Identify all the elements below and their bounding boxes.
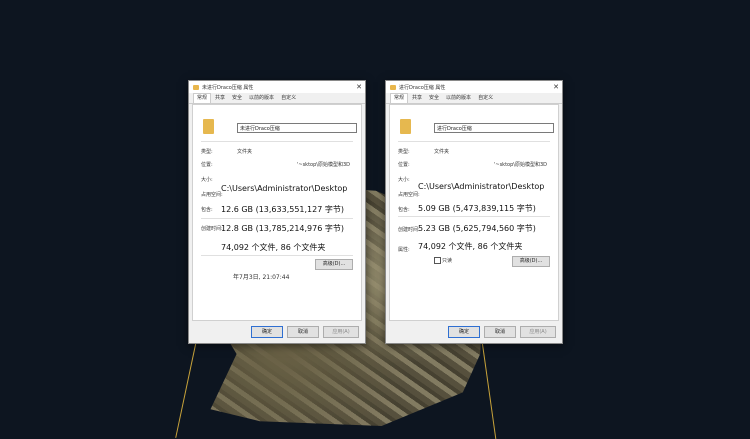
path-text: C:\Users\Administrator\Desktop (418, 182, 545, 191)
tab-security[interactable]: 安全 (426, 94, 442, 103)
contains-value: 74,092 个文件, 86 个文件夹 (221, 243, 326, 252)
created-label: 创建时间: (201, 226, 223, 232)
folder-icon (390, 84, 396, 90)
dialog-footer: 确定 取消 应用(A) (448, 326, 556, 338)
bounding-line (175, 339, 197, 438)
tab-security[interactable]: 安全 (229, 94, 245, 103)
attributes-label: 属性: (398, 247, 410, 253)
location-label: 位置: (201, 162, 213, 168)
tab-sharing[interactable]: 共享 (212, 94, 228, 103)
tab-bar: 常规 共享 安全 以前的版本 自定义 (189, 93, 365, 104)
dialog-footer: 确定 取消 应用(A) (251, 326, 359, 338)
tab-previous-versions[interactable]: 以前的版本 (246, 94, 277, 103)
title-bar[interactable]: 未进行Draco压缩 属性 ✕ (189, 81, 365, 93)
properties-dialog-uncompressed[interactable]: 未进行Draco压缩 属性 ✕ 常规 共享 安全 以前的版本 自定义 未进行Dr… (188, 80, 366, 344)
folder-icon (400, 119, 411, 134)
contains-value: 74,092 个文件, 86 个文件夹 (418, 242, 523, 251)
title-bar[interactable]: 进行Draco压缩 属性 ✕ (386, 81, 562, 93)
readonly-label: 只读 (442, 258, 453, 264)
bounding-line (480, 329, 497, 439)
created-value: 年7月3日, 21:07:44 (233, 274, 290, 281)
cancel-button[interactable]: 取消 (287, 326, 319, 338)
type-label: 类型: (201, 149, 213, 155)
window-title: 进行Draco压缩 属性 (399, 84, 446, 91)
general-panel: 进行Draco压缩 类型: 文件夹 位置: '~sktop\原始模型和3D 大小… (389, 104, 559, 321)
divider (201, 141, 353, 142)
type-value: 文件夹 (237, 149, 253, 155)
size-value: 5.09 GB (5,473,839,115 字节) (418, 204, 536, 213)
folder-icon (203, 119, 214, 134)
size-on-disk-value: 5.23 GB (5,625,794,560 字节) (418, 224, 536, 233)
divider (398, 216, 550, 217)
type-value: 文件夹 (434, 149, 450, 155)
apply-button[interactable]: 应用(A) (323, 326, 359, 338)
readonly-checkbox[interactable] (434, 257, 441, 264)
size-on-disk-label: 占用空间: (398, 192, 420, 198)
tab-sharing[interactable]: 共享 (409, 94, 425, 103)
size-on-disk-label: 占用空间: (201, 192, 223, 198)
location-value: '~sktop\原始模型和3D (494, 162, 547, 168)
location-label: 位置: (398, 162, 410, 168)
close-icon[interactable]: ✕ (353, 83, 365, 91)
divider (398, 141, 550, 142)
window-title: 未进行Draco压缩 属性 (202, 84, 254, 91)
path-text: C:\Users\Administrator\Desktop (221, 184, 348, 193)
location-value: '~sktop\原始模型和3D (297, 162, 350, 168)
apply-button[interactable]: 应用(A) (520, 326, 556, 338)
ok-button[interactable]: 确定 (251, 326, 283, 338)
contains-label: 包含: (398, 207, 410, 213)
folder-name-input[interactable]: 未进行Draco压缩 (237, 123, 357, 133)
ok-button[interactable]: 确定 (448, 326, 480, 338)
cancel-button[interactable]: 取消 (484, 326, 516, 338)
size-label: 大小: (201, 177, 213, 183)
advanced-button[interactable]: 高级(D)... (315, 259, 353, 270)
folder-name-input[interactable]: 进行Draco压缩 (434, 123, 554, 133)
divider (201, 255, 353, 256)
size-label: 大小: (398, 177, 410, 183)
tab-general[interactable]: 常规 (193, 93, 212, 103)
properties-dialog-compressed[interactable]: 进行Draco压缩 属性 ✕ 常规 共享 安全 以前的版本 自定义 进行Drac… (385, 80, 563, 344)
advanced-button[interactable]: 高级(D)... (512, 256, 550, 267)
created-label: 创建时间: (398, 227, 420, 233)
close-icon[interactable]: ✕ (550, 83, 562, 91)
contains-label: 包含: (201, 207, 213, 213)
general-panel: 未进行Draco压缩 类型: 文件夹 位置: '~sktop\原始模型和3D 大… (192, 104, 362, 321)
tab-previous-versions[interactable]: 以前的版本 (443, 94, 474, 103)
type-label: 类型: (398, 149, 410, 155)
size-value: 12.6 GB (13,633,551,127 字节) (221, 205, 344, 214)
size-on-disk-value: 12.8 GB (13,785,214,976 字节) (221, 224, 344, 233)
tab-general[interactable]: 常规 (390, 93, 409, 103)
divider (201, 218, 353, 219)
tab-customize[interactable]: 自定义 (278, 94, 299, 103)
tab-customize[interactable]: 自定义 (475, 94, 496, 103)
folder-icon (193, 84, 199, 90)
tab-bar: 常规 共享 安全 以前的版本 自定义 (386, 93, 562, 104)
